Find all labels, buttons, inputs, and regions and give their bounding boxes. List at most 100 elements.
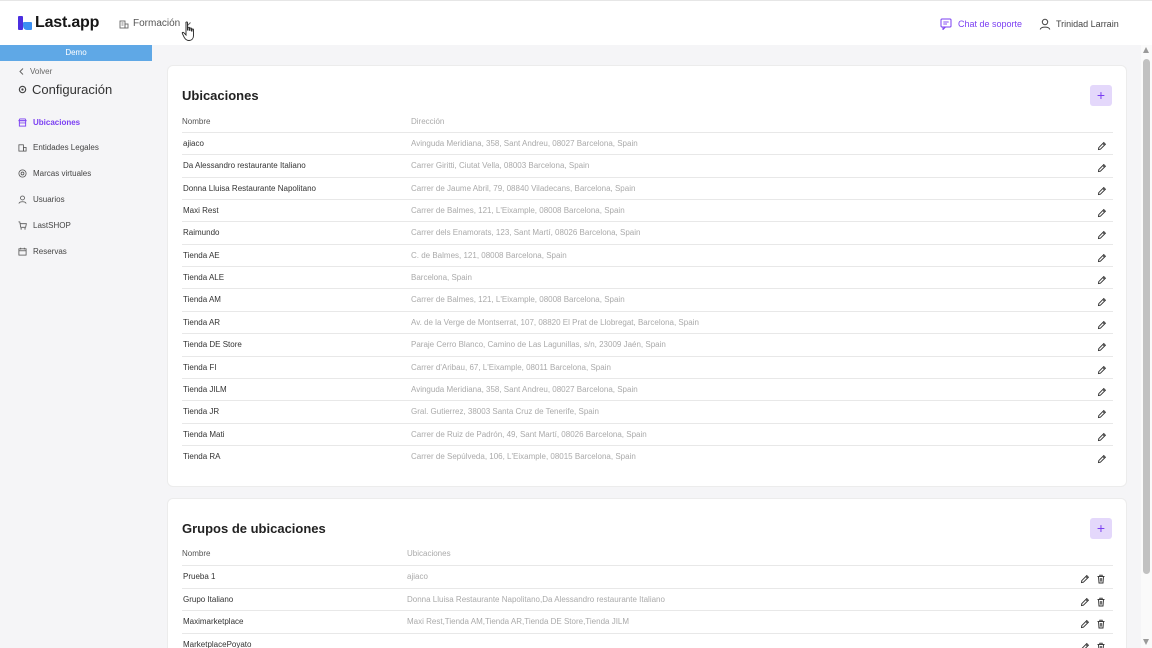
sidebar-item-label: LastSHOP [33,220,71,230]
table-row[interactable]: Raimundo Carrer dels Enamorats, 123, Sant… [182,221,1113,243]
building-icon [18,143,27,152]
scroll-down-arrow[interactable] [1143,639,1149,645]
edit-pencil-icon[interactable] [1097,317,1107,329]
location-address: Carrer d'Aribau, 67, L'Eixample, 08011 B… [411,362,611,372]
sidebar-item-entidades-legales[interactable]: Entidades Legales [18,141,99,153]
building-icon [119,20,129,28]
location-name: Tienda JILM [183,384,227,394]
location-name: Tienda JR [183,407,220,417]
delete-trash-icon[interactable] [1096,594,1106,606]
edit-pencil-icon[interactable] [1097,227,1107,240]
support-label: Chat de soporte [958,19,1023,29]
edit-pencil-icon[interactable] [1080,594,1090,606]
chat-bubble-icon [940,18,952,30]
location-name: Tienda Mati [183,429,225,439]
group-name: Grupo Italiano [183,594,234,604]
group-name: MarketplacePoyato [183,639,252,648]
location-name: Da Alessandro restaurante Italiano [183,161,306,171]
table-row[interactable]: Tienda JILM Avinguda Meridiana, 358, Sant… [182,377,1113,400]
sidebar-item-label: Usuarios [33,194,65,204]
edit-pencil-icon[interactable] [1080,639,1090,648]
group-locations: ajiaco [407,572,428,581]
edit-pencil-icon[interactable] [1097,138,1107,151]
sidebar-item-usuarios[interactable]: Usuarios [18,193,65,205]
sidebar-item-lastshop[interactable]: LastSHOP [18,219,71,231]
table-row[interactable]: Maximarketplace Maxi Rest,Tienda AM,Tiend… [182,610,1113,632]
delete-trash-icon[interactable] [1096,616,1106,629]
location-address: Carrer de Jaume Abril, 79, 08840 Viladec… [411,183,636,193]
edit-pencil-icon[interactable] [1097,272,1107,285]
edit-pencil-icon[interactable] [1080,571,1090,584]
sidebar-item-marcas-virtuales[interactable]: Marcas virtuales [18,167,91,179]
edit-pencil-icon[interactable] [1097,339,1107,352]
table-row[interactable]: Tienda JR Gral. Gutierrez, 38003 Santa Cr… [182,400,1113,422]
location-address: Avinguda Meridiana, 358, Sant Andreu, 08… [411,384,638,394]
user-icon [1039,18,1051,30]
edit-pencil-icon[interactable] [1097,250,1107,262]
location-address: Carrer dels Enamorats, 123, Sant Martí, … [411,228,641,238]
back-link[interactable]: Volver [19,67,52,76]
location-address: Avinguda Meridiana, 358, Sant Andreu, 08… [411,139,638,148]
edit-pencil-icon[interactable] [1097,451,1107,463]
sidebar-item-ubicaciones[interactable]: Ubicaciones [18,116,80,128]
top-bar: Last.app Formación Chat de soporte Trini… [0,0,1152,45]
location-name: Raimundo [183,228,220,238]
sidebar-item-label: Ubicaciones [33,117,81,127]
delete-trash-icon[interactable] [1096,639,1106,648]
location-address: Av. de la Verge de Montserrat, 107, 0882… [411,317,699,327]
edit-pencil-icon[interactable] [1097,384,1107,396]
table-row[interactable]: MarketplacePoyato [182,632,1113,648]
table-row[interactable]: Donna Lluisa Restaurante Napolitano Carre… [182,176,1113,199]
location-address: Gral. Gutierrez, 38003 Santa Cruz de Ten… [411,407,599,417]
sidebar: Demo Volver Configuración Ubicaciones En… [0,45,152,648]
location-address: Carrer de Sepúlveda, 106, L'Eixample, 08… [411,451,636,461]
scrollbar-thumb[interactable] [1143,59,1150,574]
edit-pencil-icon[interactable] [1097,362,1107,374]
table-row[interactable]: Da Alessandro restaurante Italiano Carrer… [182,154,1113,176]
table-row[interactable]: Tienda Mati Carrer de Ruiz de Padrón, 49,… [182,422,1113,445]
edit-pencil-icon[interactable] [1097,160,1107,173]
location-name: Tienda RA [183,451,221,461]
column-header-address: Dirección [411,117,445,126]
edit-pencil-icon[interactable] [1097,294,1107,307]
table-row[interactable]: Grupo Italiano Donna Lluisa Restaurante N… [182,587,1113,610]
logo[interactable]: Last.app [18,14,99,32]
page-scrollbar[interactable] [1141,45,1152,648]
add-location-button[interactable]: + [1090,85,1112,106]
locations-card: Ubicaciones + Nombre Dirección ajiaco Avi… [167,65,1127,487]
table-row[interactable]: Tienda RA Carrer de Sepúlveda, 106, L'Eix… [182,444,1113,467]
edit-pencil-icon[interactable] [1097,406,1107,419]
table-row[interactable]: Maxi Rest Carrer de Balmes, 121, L'Eixamp… [182,199,1113,221]
table-row[interactable]: Tienda FI Carrer d'Aribau, 67, L'Eixample… [182,355,1113,378]
at-icon [18,168,27,178]
table-row[interactable]: Prueba 1 ajiaco [182,565,1113,587]
location-address: Carrer de Balmes, 121, L'Eixample, 08008… [411,295,625,305]
group-locations: Maxi Rest,Tienda AM,Tienda AR,Tienda DE … [407,617,630,626]
sidebar-item-reservas[interactable]: Reservas [18,245,67,257]
delete-trash-icon[interactable] [1096,571,1106,584]
edit-pencil-icon[interactable] [1080,616,1090,629]
table-row[interactable]: Tienda ALE Barcelona, Spain [182,266,1113,288]
support-chat-link[interactable]: Chat de soporte [940,18,1022,30]
location-address: Carrer de Balmes, 121, L'Eixample, 08008… [411,206,625,216]
edit-pencil-icon[interactable] [1097,429,1107,441]
location-name: Tienda AE [183,250,220,260]
add-location-group-button[interactable]: + [1090,518,1112,539]
user-menu[interactable]: Trinidad Larrain [1039,18,1119,30]
page-title: Configuración [18,82,112,97]
location-name: Tienda AM [183,295,221,305]
group-name: Maximarketplace [183,617,244,626]
table-row[interactable]: Tienda AM Carrer de Balmes, 121, L'Eixamp… [182,288,1113,310]
edit-pencil-icon[interactable] [1097,183,1107,195]
table-row[interactable]: Tienda DE Store Paraje Cerro Blanco, Cami… [182,333,1113,355]
column-header-locations: Ubicaciones [407,549,451,558]
table-row[interactable]: Tienda AR Av. de la Verge de Montserrat, … [182,310,1113,333]
edit-pencil-icon[interactable] [1097,205,1107,218]
location-name: Tienda ALE [183,273,225,283]
location-groups-card: Grupos de ubicaciones + Nombre Ubicacion… [167,498,1127,648]
scroll-up-arrow[interactable] [1143,47,1149,53]
table-row[interactable]: Tienda AE C. de Balmes, 121, 08008 Barcel… [182,243,1113,266]
table-row[interactable]: ajiaco Avinguda Meridiana, 358, Sant Andr… [182,132,1113,154]
sidebar-item-label: Entidades Legales [33,142,99,152]
sidebar-item-label: Marcas virtuales [33,168,92,178]
